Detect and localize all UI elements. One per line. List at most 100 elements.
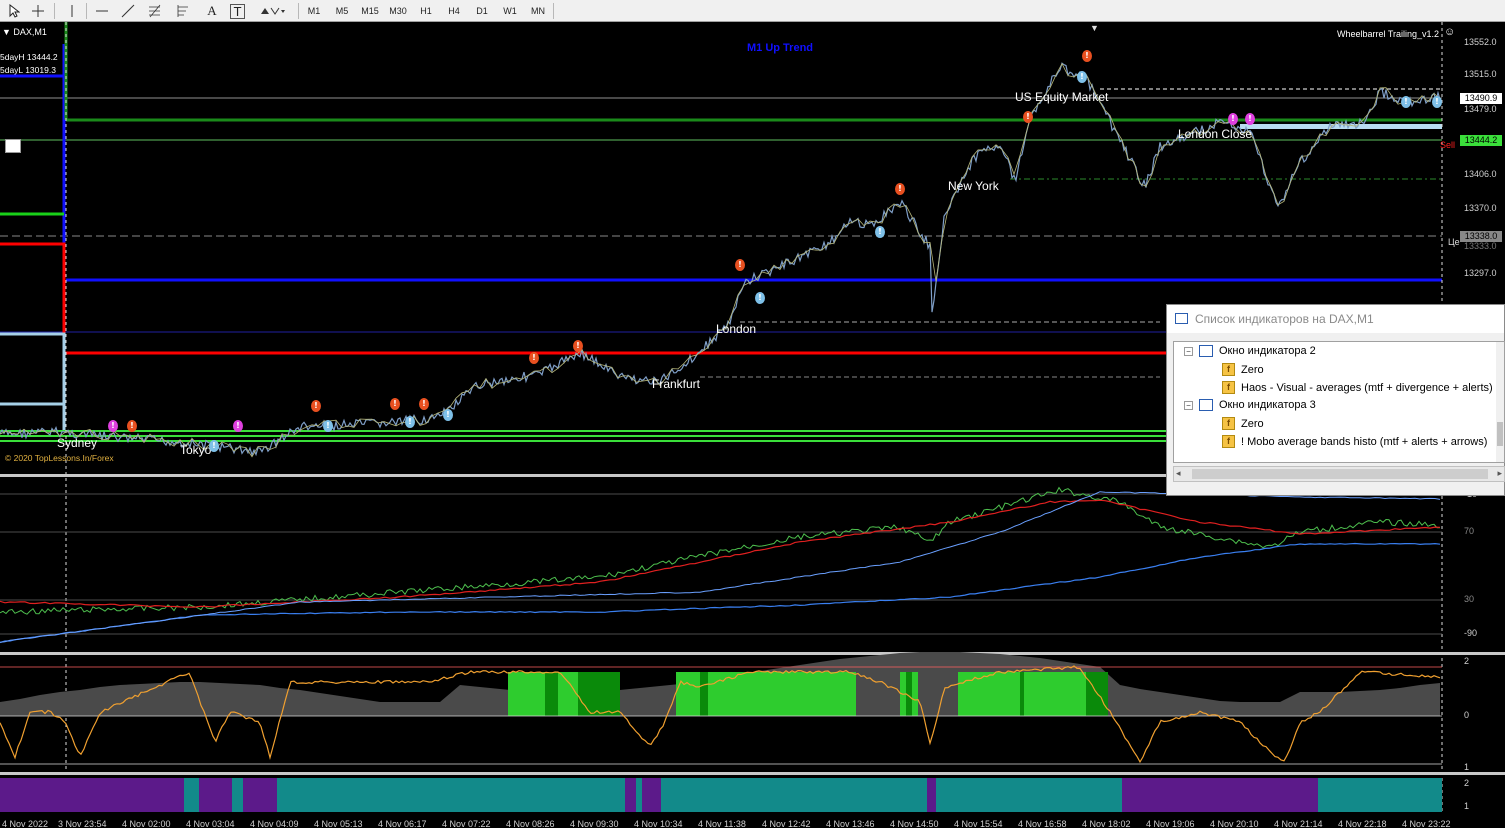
chart-area[interactable]: ▼ DAX,M1 5dayH 13444.2 5dayL 13019.3 M1 …: [0, 22, 1505, 828]
session-us-equity: US Equity Market: [1015, 90, 1109, 104]
signal-marker-icon: !: [443, 409, 453, 421]
price-tick: 13479.0: [1464, 104, 1497, 114]
price-tick: 13297.0: [1464, 268, 1497, 278]
fibonacci-fan-icon[interactable]: [174, 2, 194, 19]
time-tick: 4 Nov 07:22: [442, 819, 491, 828]
timeframe-m30[interactable]: M30: [386, 2, 410, 19]
function-icon: f: [1222, 435, 1235, 448]
timeframe-m1[interactable]: M1: [302, 2, 326, 19]
vertical-scrollbar[interactable]: [1496, 342, 1504, 462]
shift-marker-icon[interactable]: ▼: [1090, 23, 1099, 33]
signal-marker-icon: !: [1432, 96, 1442, 108]
copyright-label: © 2020 TopLessons.In/Forex: [5, 453, 114, 463]
toolbar-separator: [54, 3, 55, 19]
collapse-icon[interactable]: −: [1184, 400, 1193, 410]
indicator-tree[interactable]: − Окно индикатора 2 f Zero f Haos - Visual …: [1173, 341, 1505, 463]
osc3-colorbar: [0, 778, 1442, 812]
trend-label: M1 Up Trend: [747, 42, 814, 54]
osc1-blue-line: [0, 542, 1441, 644]
timeframe-w1[interactable]: W1: [498, 2, 522, 19]
signal-marker-icon: !: [209, 440, 219, 452]
osc1-tick: 70: [1464, 526, 1475, 536]
osc3-tick: 2: [1464, 778, 1470, 788]
signal-marker-icon: !: [405, 416, 415, 428]
indicator-window-title[interactable]: Список индикаторов на DAX,M1: [1167, 305, 1504, 333]
vertical-line-icon[interactable]: [62, 2, 82, 19]
time-tick: 4 Nov 2022: [2, 819, 49, 828]
time-tick: 4 Nov 11:38: [698, 819, 746, 828]
signal-marker-icon: !: [419, 398, 429, 410]
tree-item-window-3[interactable]: − Окно индикатора 3: [1184, 399, 1316, 411]
price-box-green: 13444.2: [1460, 135, 1502, 146]
chart-toolbar: A T M1 M5 M15 M30 H1 H4 D1 W1 MN: [0, 0, 1505, 22]
session-frankfurt: Frankfurt: [652, 377, 701, 391]
signal-marker-icon: !: [390, 398, 400, 410]
label-icon[interactable]: T: [230, 4, 245, 19]
time-tick: 4 Nov 18:02: [1082, 819, 1131, 828]
symbol-dropdown[interactable]: ▼ DAX,M1: [2, 27, 47, 37]
smiley-icon: ☺: [1444, 26, 1456, 38]
scroll-left-icon[interactable]: ◂: [1176, 468, 1181, 479]
five-day-low-label: 5dayL 13019.3: [0, 65, 56, 75]
price-tick: 13406.0: [1464, 169, 1497, 179]
crosshair-icon[interactable]: [28, 2, 48, 19]
tree-item-window-2[interactable]: − Окно индикатора 2: [1184, 345, 1316, 357]
tree-item-mobo[interactable]: f ! Mobo average bands histo (mtf + alert…: [1222, 435, 1487, 448]
timeframe-h4[interactable]: H4: [442, 2, 466, 19]
function-icon: f: [1222, 363, 1235, 376]
trendline-icon[interactable]: [118, 2, 138, 19]
tree-item-label: Haos - Visual - averages (mtf + divergen…: [1241, 381, 1493, 394]
signal-marker-icon: !: [233, 420, 243, 432]
fibonacci-icon[interactable]: [146, 2, 166, 19]
horizontal-line-icon[interactable]: [92, 2, 112, 19]
toolbar-separator: [553, 3, 554, 19]
osc2-histogram: [0, 652, 1440, 716]
function-icon: f: [1222, 381, 1235, 394]
ce-label: Це: [1448, 237, 1460, 247]
signal-marker-icon: !: [1077, 71, 1087, 83]
collapse-icon[interactable]: −: [1184, 346, 1193, 356]
time-tick: 4 Nov 15:54: [954, 819, 1003, 828]
signal-marker-icon: !: [1401, 96, 1411, 108]
time-tick: 4 Nov 08:26: [506, 819, 555, 828]
horizontal-scrollbar[interactable]: ◂ ▸: [1173, 466, 1505, 482]
symbol-label: DAX,M1: [13, 27, 47, 37]
arrows-icon[interactable]: [258, 2, 286, 19]
signal-marker-icon: !: [127, 420, 137, 432]
text-icon[interactable]: A: [202, 2, 222, 19]
timeframe-mn[interactable]: MN: [526, 2, 550, 19]
scroll-right-icon[interactable]: ▸: [1497, 468, 1502, 479]
panel-toggle-button[interactable]: [5, 139, 21, 153]
tree-item-zero-2[interactable]: f Zero: [1222, 417, 1264, 430]
signal-marker-icon: !: [529, 352, 539, 364]
osc3-tick: 1: [1464, 801, 1470, 811]
signal-marker-icon: !: [573, 340, 583, 352]
current-price-box: 13490.9: [1460, 93, 1502, 104]
signal-marker-icon: !: [1245, 113, 1255, 125]
time-tick: 4 Nov 13:46: [826, 819, 875, 828]
osc1-blue-line-2: [0, 491, 1441, 643]
time-tick: 4 Nov 09:30: [570, 819, 619, 828]
session-new-york: New York: [948, 179, 999, 193]
timeframe-m5[interactable]: M5: [330, 2, 354, 19]
timeframe-h1[interactable]: H1: [414, 2, 438, 19]
indicator-list-window[interactable]: Список индикаторов на DAX,M1 − Окно индик…: [1166, 304, 1505, 496]
signal-marker-icon: !: [895, 183, 905, 195]
indicator-window-icon: [1175, 313, 1188, 324]
osc1-tick: 30: [1464, 594, 1475, 604]
toolbar-separator: [86, 3, 87, 19]
osc2-tick: 2: [1464, 656, 1470, 666]
ea-name-label: Wheelbarrel Trailing_v1.2: [1337, 29, 1440, 39]
window-icon: [1199, 399, 1213, 411]
tree-item-haos[interactable]: f Haos - Visual - averages (mtf + diverge…: [1222, 381, 1493, 394]
timeframe-d1[interactable]: D1: [470, 2, 494, 19]
timeframe-m15[interactable]: M15: [358, 2, 382, 19]
tree-item-zero[interactable]: f Zero: [1222, 363, 1264, 376]
session-sydney: Sydney: [57, 436, 98, 450]
signal-marker-icon: !: [1023, 111, 1033, 123]
price-tick: 13333.0: [1464, 241, 1497, 251]
time-tick: 4 Nov 19:06: [1146, 819, 1195, 828]
osc2-tick: 1: [1464, 762, 1470, 772]
price-tick: 13552.0: [1464, 37, 1497, 47]
cursor-icon[interactable]: [4, 2, 24, 19]
